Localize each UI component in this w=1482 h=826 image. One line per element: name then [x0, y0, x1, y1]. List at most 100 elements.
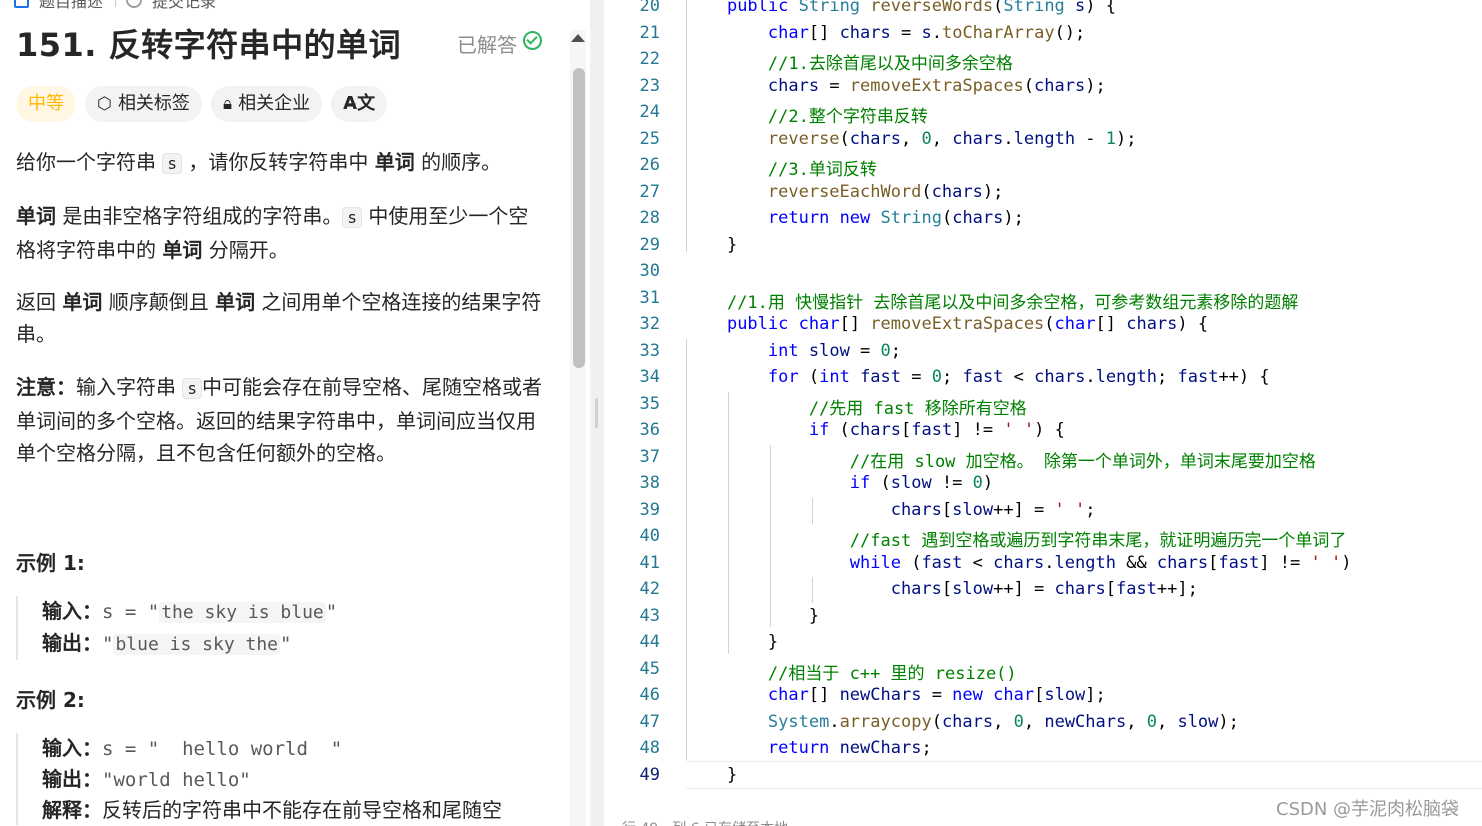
code-line[interactable]: int slow = 0; — [686, 341, 901, 361]
line-number: 41 — [639, 553, 660, 573]
text: 给你一个字符串 — [16, 150, 163, 174]
explain-label: 解释： — [42, 798, 102, 822]
inline-code: s — [162, 153, 182, 174]
code-line[interactable]: return newChars; — [686, 738, 932, 758]
line-number: 37 — [639, 447, 660, 467]
line-number: 35 — [639, 394, 660, 414]
translate-button[interactable]: A̵文 — [331, 86, 388, 122]
input-label: 输入： — [42, 599, 102, 623]
code-line[interactable]: //在用 slow 加空格。 除第一个单词外，单词末尾要加空格 — [686, 447, 1316, 472]
output-label: 输出： — [42, 631, 102, 655]
line-number: 23 — [639, 76, 660, 96]
code-line[interactable]: } — [686, 765, 737, 785]
line-number: 32 — [639, 314, 660, 334]
code-line[interactable]: //1.去除首尾以及中间多余空格 — [686, 49, 1013, 74]
code-line[interactable]: //先用 fast 移除所有空格 — [686, 394, 1027, 419]
bold-text: 单词 — [215, 290, 256, 314]
code-line[interactable]: chars[slow++] = ' '; — [686, 500, 1096, 520]
example-2: 输入：s = " hello world " 输出："world hello" … — [16, 733, 582, 825]
code-line[interactable]: System.arraycopy(chars, 0, newChars, 0, … — [686, 712, 1239, 732]
example-2-heading: 示例 2: — [16, 688, 85, 712]
line-number: 46 — [639, 685, 660, 705]
code-line[interactable]: } — [686, 606, 819, 626]
line-number: 39 — [639, 500, 660, 520]
related-tags-button[interactable]: ⬡ 相关标签 — [85, 86, 202, 122]
tab-submissions[interactable]: 提交记录 — [152, 0, 216, 11]
code-line[interactable]: for (int fast = 0; fast < chars.length; … — [686, 367, 1270, 387]
line-number: 40 — [639, 526, 660, 546]
code-line[interactable]: //相当于 c++ 里的 resize() — [686, 659, 1017, 684]
scroll-up-arrow-icon[interactable] — [571, 34, 585, 42]
input-suffix: " — [325, 601, 338, 623]
example-1-output: 输出：" blue is sky the " — [42, 628, 582, 660]
output-value: blue is sky the — [113, 634, 281, 655]
editor-status-bar: 行 49，列 6 已存储至本地 — [622, 818, 788, 826]
tab-description[interactable]: 题目描述 — [39, 0, 103, 11]
output-suffix: " — [280, 633, 292, 655]
bold-text: 单词 — [374, 150, 415, 174]
text: 分隔开。 — [202, 238, 289, 262]
code-line[interactable]: } — [686, 632, 778, 652]
example-2-input: 输入：s = " hello world " — [42, 733, 582, 764]
bold-text: 单词 — [162, 238, 203, 262]
solved-status: 已解答 — [457, 29, 542, 58]
code-line[interactable]: return new String(chars); — [686, 208, 1024, 228]
line-number: 47 — [639, 712, 660, 732]
code-line[interactable]: reverseEachWord(chars); — [686, 182, 1003, 202]
code-line[interactable]: //2.整个字符串反转 — [686, 102, 928, 127]
input-label: 输入： — [42, 736, 102, 760]
code-line[interactable]: char[] chars = s.toCharArray(); — [686, 23, 1085, 43]
bold-text: 单词 — [16, 204, 56, 228]
line-number: 20 — [639, 0, 660, 16]
code-editor[interactable]: 20 21 22 23 24 25 26 27 28 29 30 31 32 3… — [604, 0, 1482, 826]
description-icon — [14, 0, 29, 8]
line-number: 44 — [639, 632, 660, 652]
output-prefix: " — [102, 633, 114, 655]
translate-icon: A̵文 — [343, 93, 376, 114]
scrollbar-thumb[interactable] — [573, 68, 585, 368]
code-line[interactable]: public String reverseWords(String s) { — [686, 0, 1116, 16]
text: 输入字符串 — [76, 375, 183, 399]
code-line[interactable]: while (fast < chars.length && chars[fast… — [686, 553, 1352, 573]
related-companies-button[interactable]: 🔒︎ 相关企业 — [211, 86, 323, 122]
text: 返回 — [16, 290, 63, 314]
input-value: the sky is blue — [159, 602, 326, 623]
code-line[interactable]: chars = removeExtraSpaces(chars); — [686, 76, 1106, 96]
code-line[interactable]: //fast 遇到空格或遍历到字符串末尾，就证明遍历完一个单词了 — [686, 526, 1347, 551]
code-line[interactable]: if (chars[fast] != ' ') { — [686, 420, 1065, 440]
code-line[interactable]: //3.单词反转 — [686, 155, 877, 180]
code-line[interactable]: chars[slow++] = chars[fast++]; — [686, 579, 1198, 599]
description-paragraph-2: 单词 是由非空格字符组成的字符串。 s 中使用至少一个空格将字符串中的 单词 分隔… — [16, 200, 546, 266]
line-number: 24 — [639, 102, 660, 122]
line-number: 34 — [639, 367, 660, 387]
code-line[interactable]: public char[] removeExtraSpaces(char[] c… — [686, 314, 1208, 334]
example-1-input: 输入：s = " the sky is blue " — [42, 596, 582, 628]
difficulty-badge: 中等 — [16, 86, 76, 122]
problem-panel: 题目描述 提交记录 151. 反转字符串中的单词 已解答 中等 ⬡ 相关标签 🔒︎ 相… — [0, 0, 590, 826]
history-icon — [126, 0, 143, 8]
line-number: 29 — [639, 235, 660, 255]
inline-code: s — [342, 207, 362, 228]
line-number: 38 — [639, 473, 660, 493]
example-1-heading: 示例 1: — [16, 551, 85, 575]
code-line[interactable]: reverse(chars, 0, chars.length - 1); — [686, 129, 1137, 149]
line-number: 21 — [639, 23, 660, 43]
input-value: s = " hello world " — [102, 738, 343, 760]
text: 顺序颠倒且 — [102, 290, 216, 314]
drag-handle-icon[interactable] — [595, 398, 598, 428]
problem-tabs: 题目描述 提交记录 — [14, 0, 216, 11]
line-number: 28 — [639, 208, 660, 228]
code-line[interactable]: if (slow != 0) — [686, 473, 993, 493]
solved-label: 已解答 — [457, 33, 517, 57]
code-line[interactable]: } — [686, 235, 737, 255]
check-circle-icon — [523, 31, 542, 50]
page-title: 151. 反转字符串中的单词 — [16, 26, 402, 64]
code-line[interactable]: char[] newChars = new char[slow]; — [686, 685, 1106, 705]
code-line[interactable]: //1.用 快慢指针 去除首尾以及中间多余空格，可参考数组元素移除的题解 — [686, 288, 1298, 313]
line-number: 36 — [639, 420, 660, 440]
line-number: 25 — [639, 129, 660, 149]
text: 是由非空格字符组成的字符串。 — [56, 204, 343, 228]
example-2-explain: 解释：反转后的字符串中不能存在前导空格和尾随空 — [42, 795, 582, 825]
text: 的顺序。 — [414, 150, 502, 174]
line-number: 26 — [639, 155, 660, 175]
